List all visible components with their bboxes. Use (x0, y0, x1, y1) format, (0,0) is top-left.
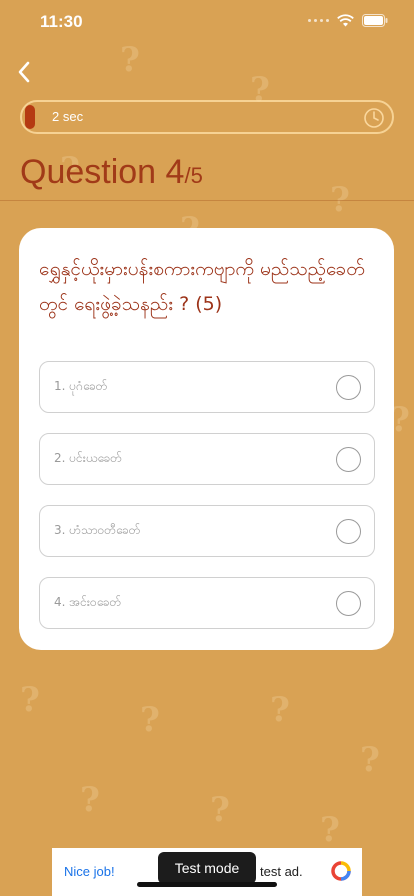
question-total: /5 (184, 163, 203, 188)
back-button[interactable] (10, 58, 38, 86)
option-label: 3. ဟံသာဝတီခေတ် (54, 523, 141, 537)
chevron-left-icon (18, 61, 30, 83)
option-label: 4. အင်းဝခေတ် (54, 595, 122, 609)
question-text: ရွှေနှင့်ယိုးမှားပန်းစကားကဗျာကို မည်သည့်… (39, 258, 365, 315)
status-icons (308, 14, 388, 27)
radio-icon (336, 447, 361, 472)
option-4[interactable]: 4. အင်းဝခေတ် (39, 577, 375, 629)
ad-test-text: test ad. (260, 864, 303, 879)
radio-icon (336, 519, 361, 544)
header-divider (0, 200, 414, 201)
timer-progress-bar: 2 sec (20, 100, 394, 134)
timer-progress-fill (25, 105, 35, 129)
timer-label: 2 sec (52, 109, 84, 124)
radio-icon (336, 375, 361, 400)
home-indicator (137, 882, 277, 887)
ad-nice-job-text: Nice job! (64, 864, 115, 879)
ad-logo-icon (331, 861, 351, 881)
option-label: 2. ပင်းယခေတ် (54, 451, 122, 465)
option-2[interactable]: 2. ပင်းယခေတ် (39, 433, 375, 485)
signal-icon (308, 19, 329, 22)
clock-icon (364, 108, 384, 128)
question-counter: Question 4/5 (20, 153, 203, 192)
option-label: 1. ပုဂံခေတ် (54, 379, 108, 393)
question-number: Question 4 (20, 153, 185, 191)
option-3[interactable]: 3. ဟံသာဝတီခေတ် (39, 505, 375, 557)
radio-icon (336, 591, 361, 616)
wifi-icon (337, 14, 354, 27)
battery-icon (362, 14, 388, 27)
status-time: 11:30 (40, 12, 83, 31)
option-1[interactable]: 1. ပုဂံခေတ် (39, 361, 375, 413)
test-mode-badge: Test mode (158, 852, 256, 884)
status-bar: 11:30 (0, 0, 414, 44)
question-card: ရွှေနှင့်ယိုးမှားပန်းစကားကဗျာကို မည်သည့်… (19, 228, 394, 650)
